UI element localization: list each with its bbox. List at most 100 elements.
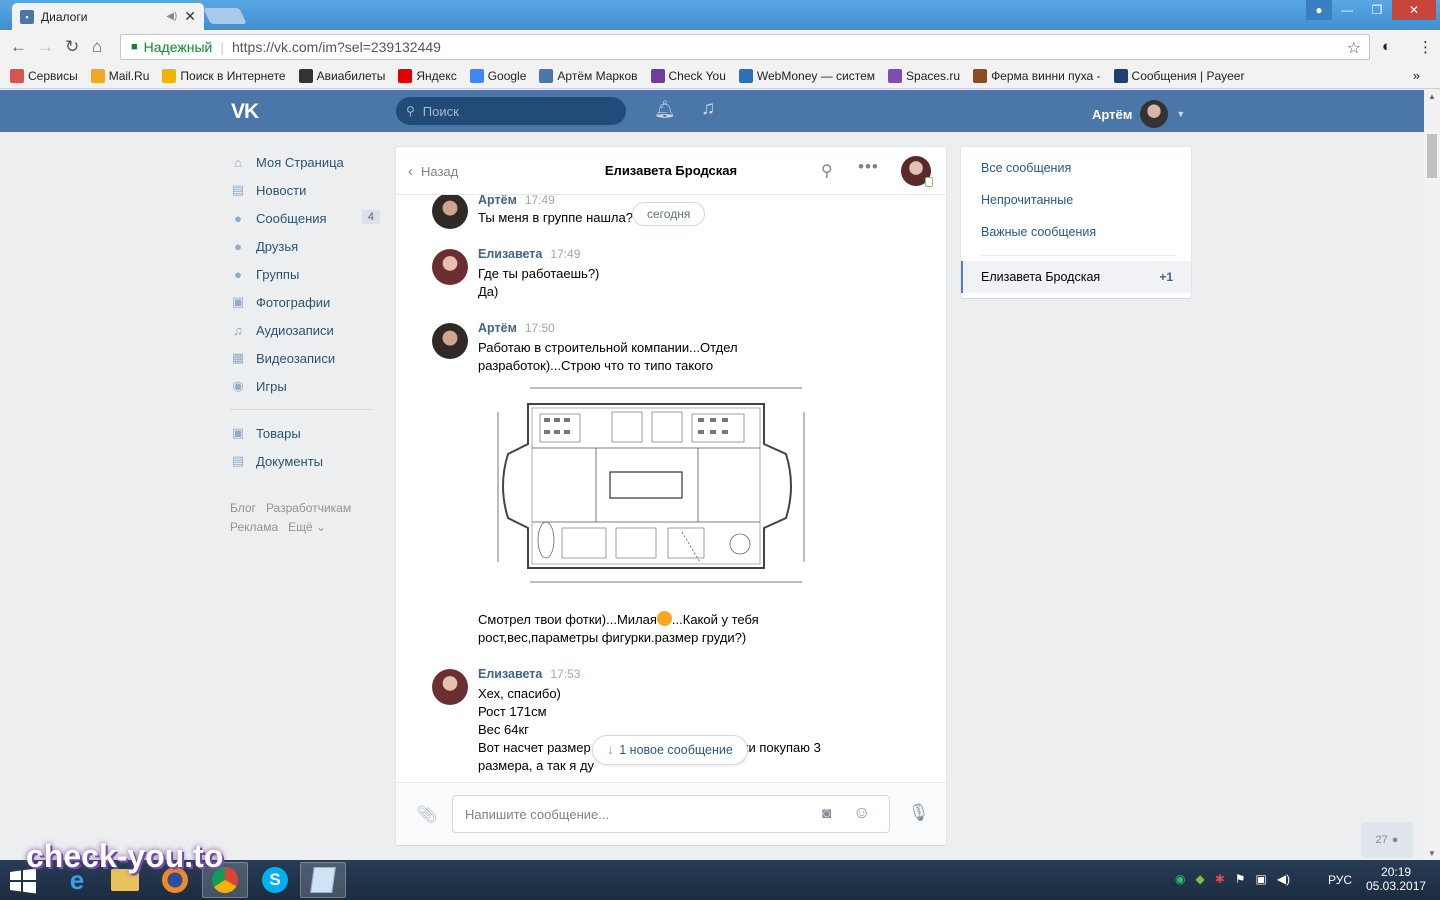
nav-item[interactable]: ▤ Новости [230, 176, 380, 204]
filter-important[interactable]: Важные сообщения [981, 225, 1096, 239]
reload-icon[interactable]: ↻ [65, 37, 79, 57]
home-icon[interactable]: ⌂ [92, 37, 102, 57]
bookmark-item[interactable]: Check You [650, 69, 726, 83]
tab-close-icon[interactable]: ✕ [184, 8, 196, 25]
bookmarks-overflow-icon[interactable]: » [1413, 68, 1420, 83]
nav-item[interactable]: ▤ Документы [230, 447, 380, 475]
sender-avatar[interactable] [432, 323, 468, 359]
profile-icon[interactable]: ● [1306, 0, 1332, 20]
page-scrollbar[interactable]: ▲ ▼ [1424, 90, 1440, 860]
chat-search-icon[interactable]: ⚲ [821, 161, 833, 181]
microphone-icon[interactable]: 🎙︎ [908, 803, 930, 823]
sender-avatar[interactable] [432, 249, 468, 285]
bookmark-item[interactable]: Google [469, 69, 526, 83]
filter-unread[interactable]: Непрочитанные [981, 193, 1073, 207]
message-text: Работаю в строительной компании...Отдел … [478, 340, 738, 373]
message-author[interactable]: Елизавета 17:49 [478, 247, 580, 261]
nav-item[interactable]: ● Друзья [230, 232, 380, 260]
attach-paperclip-icon[interactable]: 📎︎ [416, 805, 438, 825]
message-author[interactable]: Артём 17:49 [478, 195, 555, 207]
active-dialog-item[interactable]: Елизавета Бродская +1 [961, 261, 1191, 293]
volume-icon[interactable]: ◀) [1277, 872, 1290, 886]
bookmark-item[interactable]: Сообщения | Payeer [1113, 69, 1245, 83]
vk-search-input[interactable]: ⚲ Поиск [396, 97, 626, 125]
nav-item[interactable]: ● Сообщения 4 [230, 204, 380, 232]
bookmark-star-icon[interactable]: ☆ [1347, 38, 1361, 58]
scrollbar-thumb[interactable] [1427, 134, 1437, 178]
skype-icon[interactable]: S [252, 862, 298, 898]
user-menu[interactable]: Артём ▼ [1092, 100, 1185, 128]
nav-item[interactable]: ⌂ Моя Страница [230, 148, 380, 176]
vk-logo-icon[interactable]: VK [231, 100, 264, 123]
extension-icon[interactable]: ◐ [1382, 38, 1391, 55]
groups-icon: ● [234, 266, 242, 282]
bookmark-item[interactable]: Поиск в Интернете [162, 69, 286, 83]
floor-plan-image[interactable] [492, 382, 832, 600]
message-author[interactable]: Артём 17:50 [478, 321, 555, 335]
browser-tab[interactable]: ▪ Диалоги ◀) ✕ [12, 3, 204, 30]
search-icon: ⚲ [406, 104, 415, 118]
nav-item[interactable]: ▣ Фотографии [230, 288, 380, 316]
bookmark-item[interactable]: Spaces.ru [888, 69, 960, 83]
nav-item[interactable]: ♫ Аудиозаписи [230, 316, 380, 344]
message-text: Где ты работаешь?) Да) [478, 266, 600, 299]
video-icon: ▦ [231, 350, 245, 365]
tray-flag-icon[interactable]: ⚑ [1235, 872, 1246, 886]
clock[interactable]: 20:19 05.03.2017 [1366, 865, 1426, 893]
footer-link-blog[interactable]: Блог [230, 501, 256, 515]
vk-header: VK ⚲ Поиск 🔔︎ ♫ Артём ▼ [0, 90, 1424, 132]
bookmark-item[interactable]: Артём Марков [539, 69, 638, 83]
language-indicator[interactable]: РУС [1328, 873, 1352, 887]
nav-item[interactable]: ◉ Игры [230, 372, 380, 400]
tray-leaf-icon[interactable]: ◆ [1195, 872, 1204, 886]
scroll-down-icon[interactable]: ▼ [1428, 849, 1436, 858]
back-arrow-icon[interactable]: ← [10, 37, 27, 57]
message-list[interactable]: Артём 17:49 Ты меня в группе нашла? сегод… [396, 195, 946, 782]
nav-item[interactable]: ● Группы [230, 260, 380, 288]
new-message-button[interactable]: ↓ 1 новое сообщение [592, 735, 748, 765]
bookmark-item[interactable]: Ферма винни пуха - [973, 69, 1101, 83]
window-controls: ● — ❐ ✕ [1306, 0, 1436, 20]
close-window-button[interactable]: ✕ [1392, 0, 1436, 20]
bookmark-item[interactable]: WebMoney — систем [738, 69, 875, 83]
tab-title: Диалоги [41, 9, 88, 24]
music-player-icon[interactable]: ♫ [701, 98, 715, 120]
message-author[interactable]: Елизавета 17:53 [478, 667, 580, 681]
url-field[interactable]: ■ Надежный | https://vk.com/im?sel=23913… [120, 34, 1370, 60]
forward-arrow-icon[interactable]: → [37, 37, 54, 57]
filter-all-messages[interactable]: Все сообщения [981, 161, 1071, 175]
footer-link-developers[interactable]: Разработчикам [266, 501, 351, 515]
companion-avatar[interactable] [901, 156, 933, 187]
bookmarks-bar: Сервисы Mail.Ru Поиск в Интернете Авиабилет… [0, 64, 1440, 89]
more-options-icon[interactable]: ••• [858, 157, 879, 177]
camera-icon[interactable]: ◙ [822, 805, 831, 822]
clock-date: 05.03.2017 [1366, 879, 1427, 893]
chrome-menu-icon[interactable]: ⋮ [1418, 38, 1433, 56]
sender-avatar[interactable] [432, 669, 468, 705]
nav-item[interactable]: ▦ Видеозаписи [230, 344, 380, 372]
news-icon: ▤ [231, 182, 245, 197]
bookmark-label: Сообщения | Payeer [1131, 69, 1245, 83]
bookmark-item[interactable]: Сервисы [10, 69, 78, 83]
bookmark-item[interactable]: Mail.Ru [90, 69, 149, 83]
online-friends-button[interactable]: 27 ● [1361, 822, 1413, 858]
bookmark-item[interactable]: Яндекс [398, 69, 457, 83]
new-message-label: 1 новое сообщение [619, 743, 733, 757]
tray-app-icon[interactable]: ◉ [1175, 872, 1185, 886]
scroll-up-icon[interactable]: ▲ [1428, 92, 1436, 101]
footer-link-ads[interactable]: Реклама [230, 520, 278, 534]
bookmark-item[interactable]: Авиабилеты [298, 69, 386, 83]
emoji-smile-icon[interactable]: ☺ [853, 803, 870, 823]
footer-link-more[interactable]: Ещё ⌄ [288, 520, 326, 534]
bookmark-label: Авиабилеты [316, 69, 386, 83]
notepad-icon[interactable] [300, 862, 346, 898]
sender-avatar[interactable] [432, 195, 468, 229]
network-icon[interactable]: ▣ [1256, 872, 1267, 886]
maximize-button[interactable]: ❐ [1362, 0, 1392, 20]
notifications-bell-icon[interactable]: 🔔︎ [654, 100, 676, 120]
tab-audio-icon[interactable]: ◀) [166, 11, 177, 22]
tray-security-icon[interactable]: ✱ [1215, 872, 1225, 886]
nav-item[interactable]: ▣ Товары [230, 419, 380, 447]
new-tab-button[interactable] [203, 8, 247, 24]
minimize-button[interactable]: — [1332, 0, 1362, 20]
